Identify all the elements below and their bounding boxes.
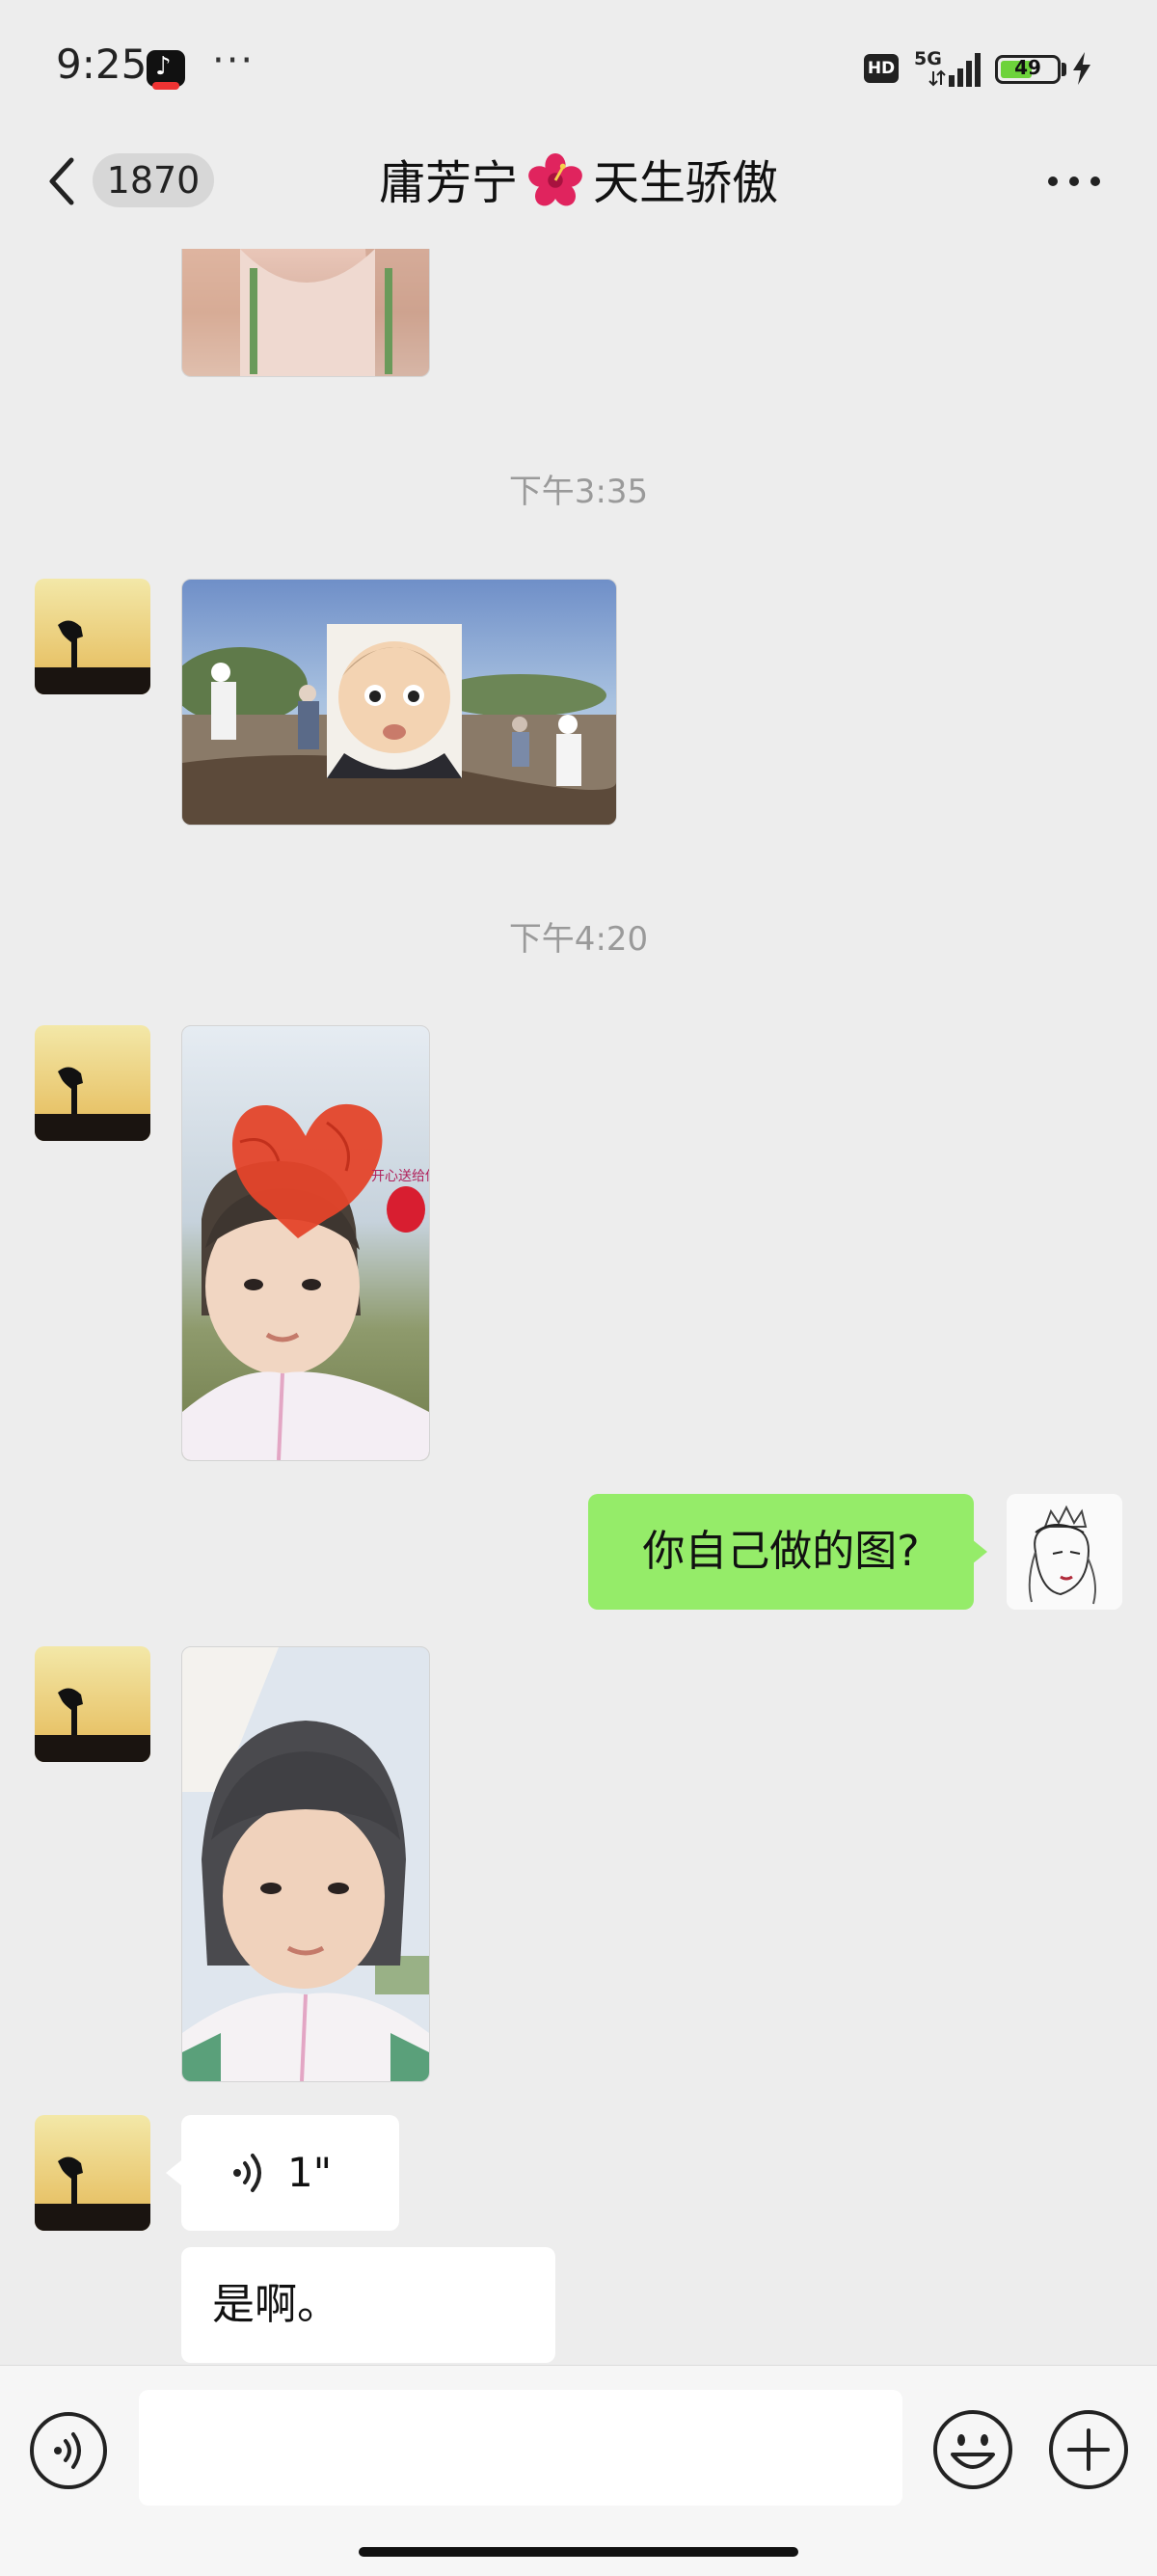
unread-count-badge[interactable]: 1870 [93, 153, 214, 207]
battery-tip [1062, 63, 1066, 76]
chat-image-partial[interactable] [181, 249, 430, 377]
my-message-bubble[interactable]: 你自己做的图? [588, 1494, 974, 1610]
chat-image-heart-portrait[interactable]: 开心送给你 [181, 1025, 430, 1461]
my-bubble-tail [972, 1539, 987, 1564]
text-message-bubble[interactable]: 是啊。 [181, 2247, 555, 2363]
plus-circle-icon[interactable] [1047, 2408, 1130, 2491]
chat-title: 庸芳宁 天生骄傲 [241, 145, 916, 212]
chat-image-child-portrait[interactable] [181, 1646, 430, 2082]
svg-text:开心送给你: 开心送给你 [371, 1169, 429, 1184]
signal-icon [928, 53, 981, 87]
contact-avatar[interactable] [35, 2115, 150, 2231]
hd-badge: HD [864, 54, 899, 83]
contact-avatar[interactable] [35, 579, 150, 694]
battery-indicator: 49 [995, 55, 1061, 84]
message-input[interactable] [139, 2390, 902, 2506]
emoji-icon[interactable] [931, 2408, 1014, 2491]
home-indicator[interactable] [359, 2547, 798, 2557]
status-time: 9:25 [56, 41, 148, 88]
chat-image-beach-collage[interactable] [181, 579, 617, 826]
voice-message-bubble[interactable]: 1" [181, 2115, 399, 2231]
chat-title-status: 天生骄傲 [593, 156, 779, 210]
voice-bubble-tail [166, 2160, 181, 2185]
voice-duration: 1" [287, 2149, 333, 2196]
battery-level: 49 [1014, 56, 1041, 79]
more-options-icon[interactable] [1045, 174, 1103, 189]
back-chevron-icon[interactable] [44, 154, 79, 208]
timestamp-divider: 下午4:20 [508, 920, 649, 959]
voice-wave-icon [233, 2154, 261, 2192]
chat-title-name: 庸芳宁 [378, 156, 518, 210]
tiktok-notification-icon: ♪ [147, 50, 185, 90]
charging-icon [1073, 52, 1090, 85]
timestamp-divider: 下午3:35 [508, 473, 649, 511]
contact-avatar[interactable] [35, 1646, 150, 1762]
voice-mode-icon[interactable] [29, 2411, 108, 2490]
status-overflow-icon: ··· [212, 39, 256, 83]
my-avatar[interactable] [1007, 1494, 1122, 1610]
contact-avatar[interactable] [35, 1025, 150, 1141]
hibiscus-icon [528, 152, 582, 206]
